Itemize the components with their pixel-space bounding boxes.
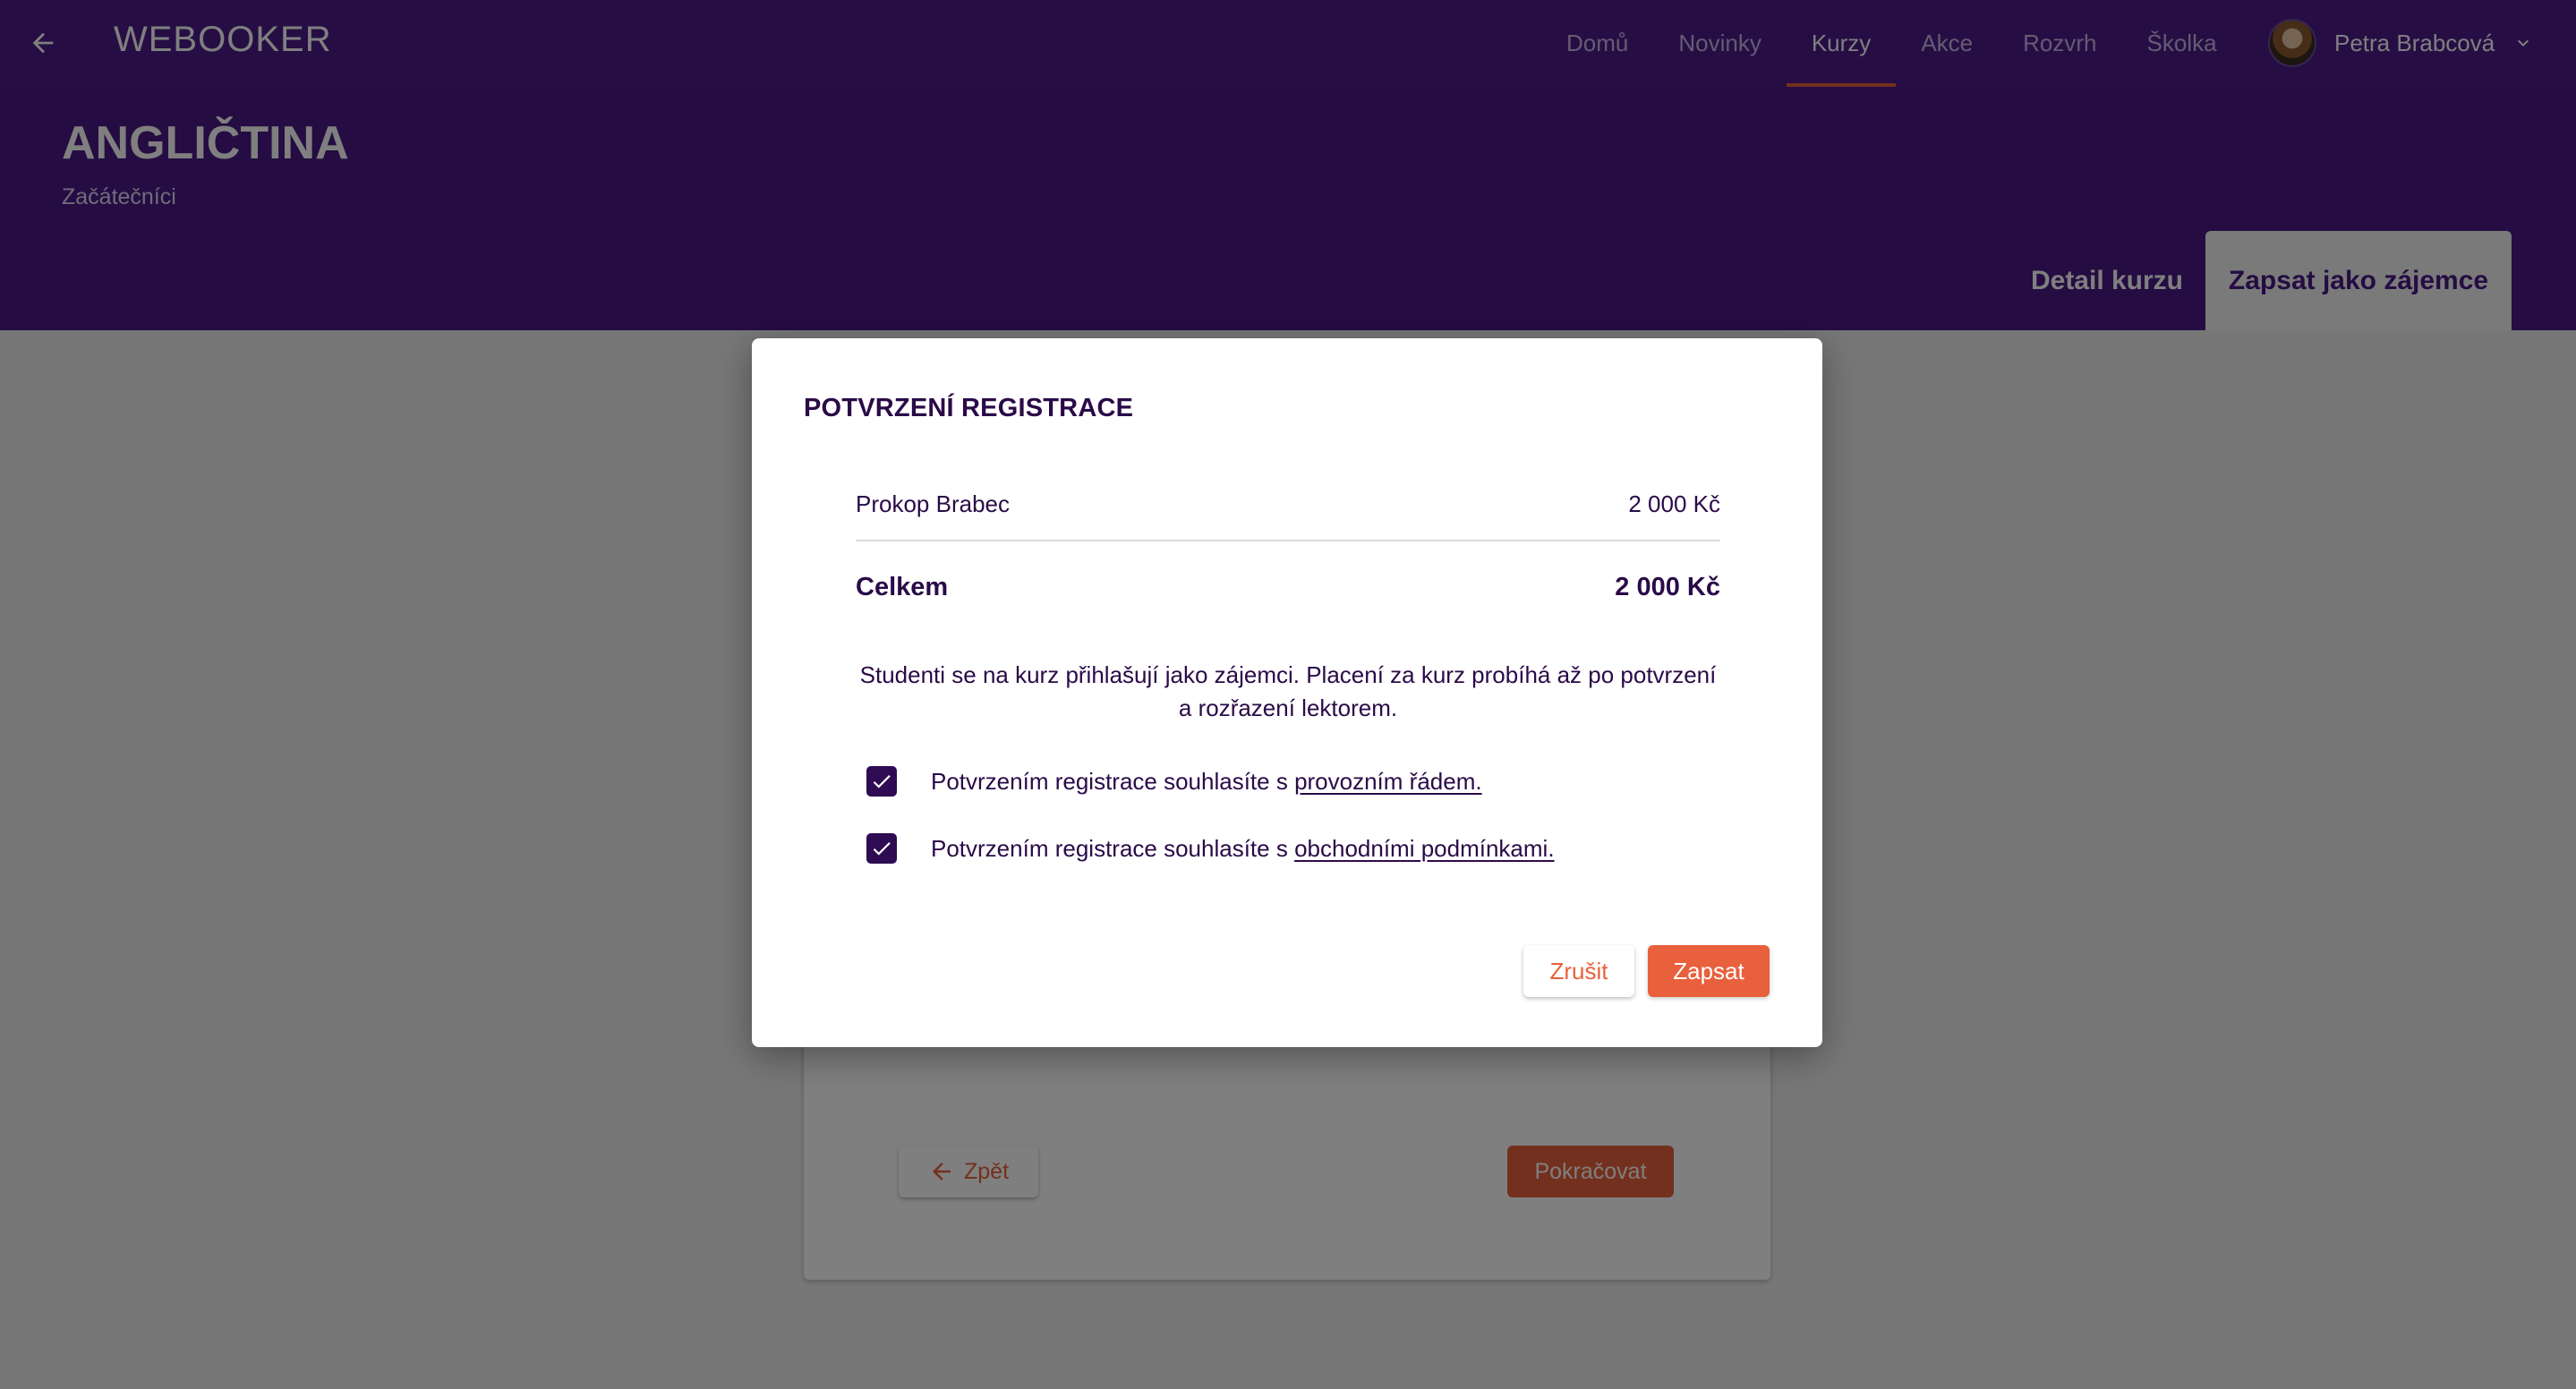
terms-checkbox-row-operating-rules: Potvrzením registrace souhlasíte s provo… [866, 766, 1482, 797]
business-terms-link[interactable]: obchodními podmínkami. [1294, 835, 1554, 862]
check-icon [873, 842, 891, 856]
total-price: 2 000 Kč [1615, 573, 1720, 601]
divider [856, 540, 1720, 541]
checkbox-label: Potvrzením registrace souhlasíte s provo… [931, 768, 1482, 796]
cancel-button[interactable]: Zrušit [1523, 945, 1634, 997]
info-text: Studenti se na kurz přihlašují jako záje… [856, 659, 1720, 725]
operating-rules-link[interactable]: provozním řádem. [1294, 768, 1482, 795]
business-terms-checkbox[interactable] [866, 833, 897, 864]
student-name: Prokop Brabec [856, 490, 1010, 517]
line-price: 2 000 Kč [1628, 490, 1720, 517]
info-line-1: Studenti se na kurz přihlašují jako záje… [859, 661, 1717, 688]
terms-checkbox-row-business-terms: Potvrzením registrace souhlasíte s obcho… [866, 833, 1555, 864]
info-line-2: a rozřazení lektorem. [1178, 694, 1398, 721]
confirm-registration-dialog: POTVRZENÍ REGISTRACE Prokop Brabec 2 000… [752, 338, 1822, 1047]
submit-button[interactable]: Zapsat [1648, 945, 1770, 997]
check-icon [873, 775, 891, 788]
checkbox-label-text: Potvrzením registrace souhlasíte s [931, 767, 1295, 795]
total-label: Celkem [856, 573, 949, 601]
operating-rules-checkbox[interactable] [866, 766, 897, 797]
dialog-title: POTVRZENÍ REGISTRACE [804, 394, 1134, 422]
checkbox-label-text: Potvrzením registrace souhlasíte s [931, 834, 1295, 862]
order-line-item: Prokop Brabec 2 000 Kč [856, 490, 1720, 518]
checkbox-label: Potvrzením registrace souhlasíte s obcho… [931, 835, 1555, 863]
order-total: Celkem 2 000 Kč [856, 573, 1720, 602]
